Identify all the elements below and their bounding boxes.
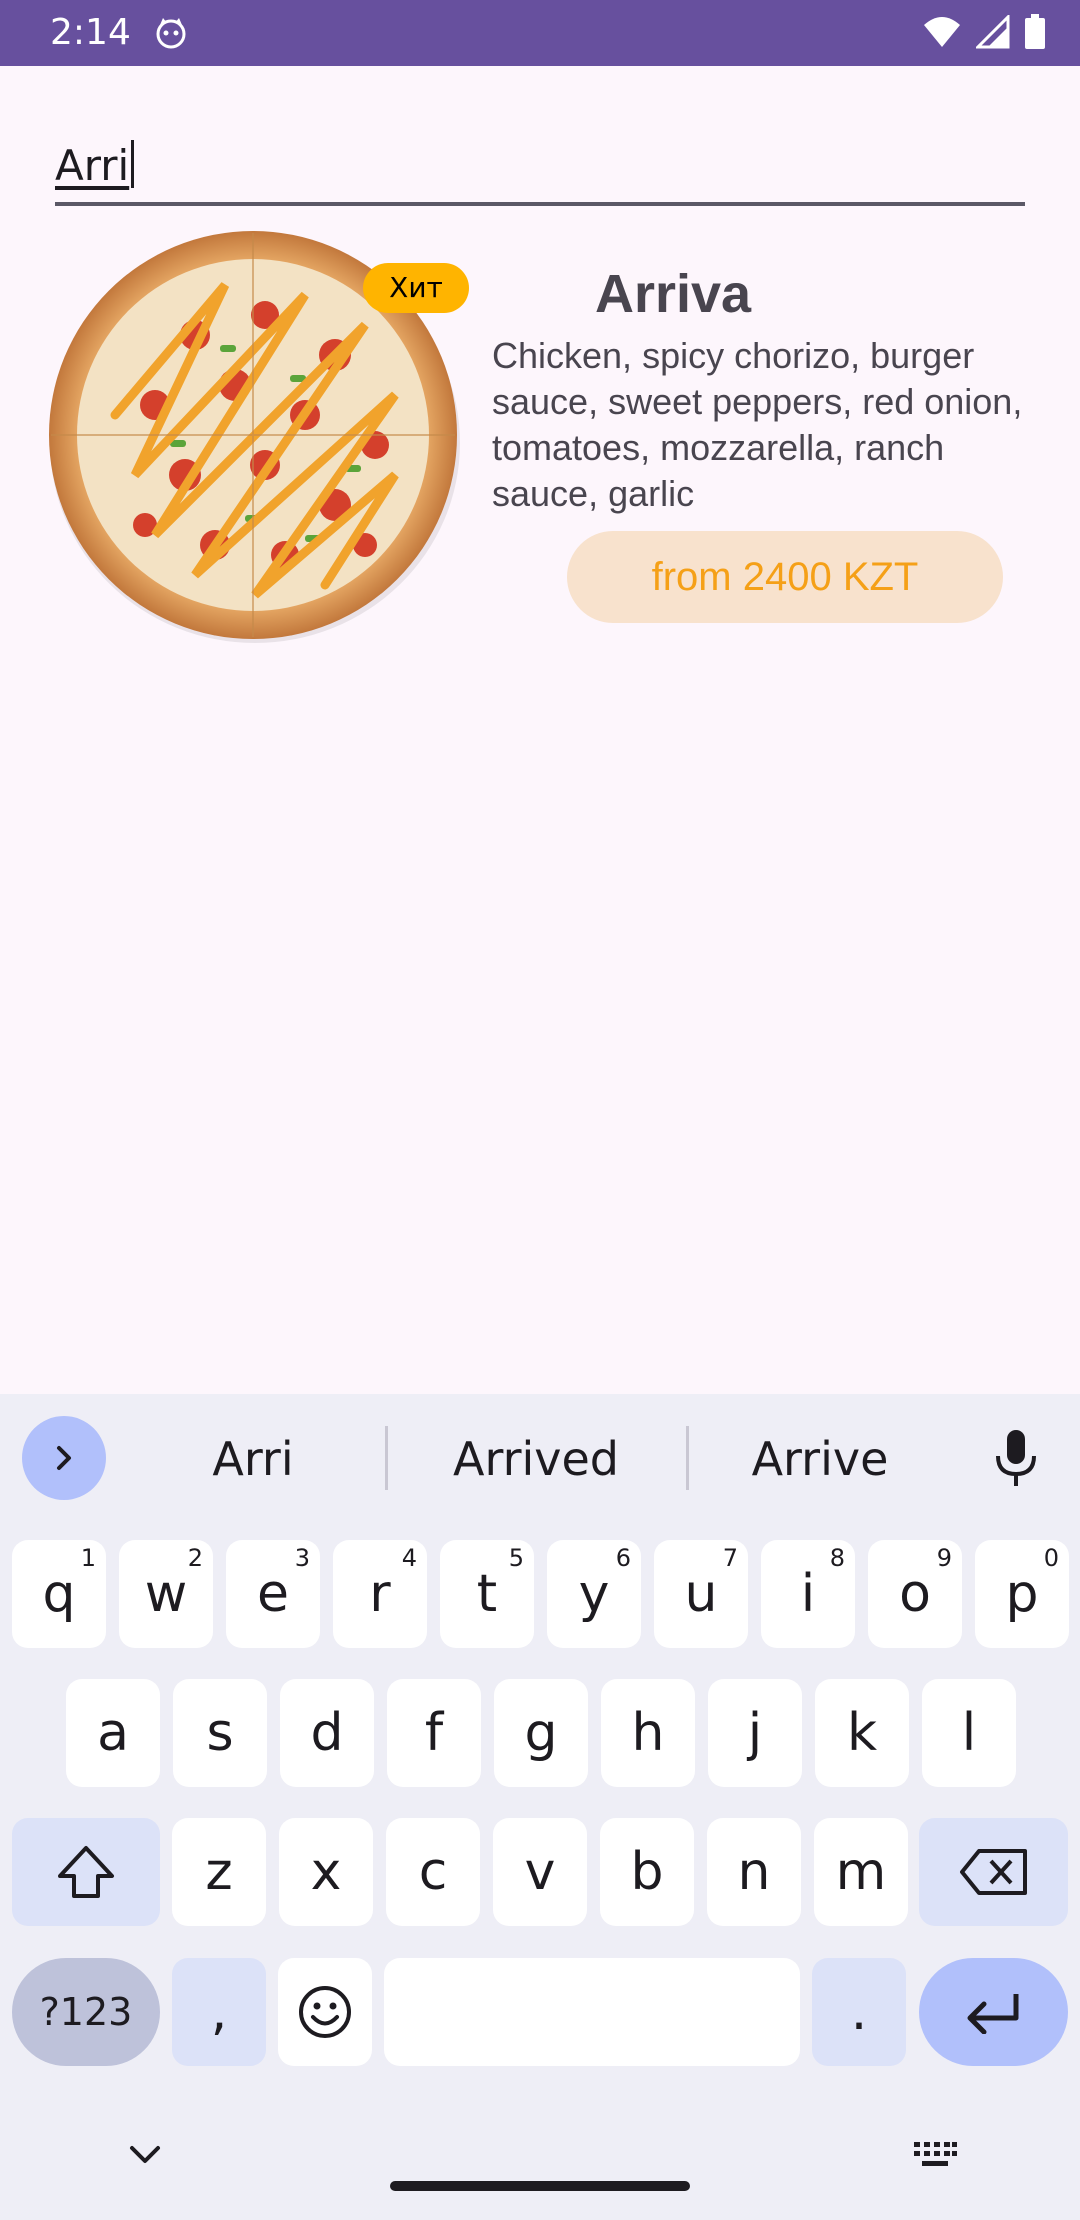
shift-key[interactable] <box>12 1818 160 1926</box>
hit-badge: Хит <box>363 263 469 313</box>
suggestion-3[interactable]: Arrive <box>700 1424 940 1494</box>
key-a[interactable]: a <box>66 1679 160 1787</box>
status-icons <box>922 14 1046 50</box>
key-h[interactable]: h <box>601 1679 695 1787</box>
key-p[interactable]: p0 <box>975 1540 1069 1648</box>
soft-keyboard: Arri Arrived Arrive <box>0 1394 1080 2220</box>
status-bar: 2:14 <box>0 0 1080 66</box>
key-hint: 4 <box>401 1544 417 1572</box>
enter-key[interactable] <box>919 1958 1068 2066</box>
suggestion-divider <box>385 1426 388 1490</box>
emoji-icon <box>299 1986 351 2038</box>
key-label: r <box>369 1564 391 1624</box>
key-hint: 0 <box>1043 1544 1059 1572</box>
key-hint: 8 <box>829 1544 845 1572</box>
price-button[interactable]: from 2400 KZT <box>567 531 1003 623</box>
key-q[interactable]: q1 <box>12 1540 106 1648</box>
suggestion-divider <box>686 1426 689 1490</box>
key-t[interactable]: t5 <box>440 1540 534 1648</box>
key-z[interactable]: z <box>172 1818 266 1926</box>
cellular-signal-icon <box>976 15 1010 49</box>
enter-icon <box>967 1994 1018 2034</box>
key-label: u <box>684 1564 718 1624</box>
key-l[interactable]: l <box>922 1679 1016 1787</box>
search-input-text[interactable]: Arri <box>55 138 135 194</box>
key-b[interactable]: b <box>600 1818 694 1926</box>
home-gesture-bar[interactable] <box>390 2181 690 2191</box>
key-v[interactable]: v <box>493 1818 587 1926</box>
key-u[interactable]: u7 <box>654 1540 748 1648</box>
search-underline <box>55 202 1025 206</box>
suggestion-2[interactable]: Arrived <box>400 1424 672 1494</box>
key-hint: 3 <box>294 1544 310 1572</box>
key-hint: 9 <box>936 1544 952 1572</box>
key-o[interactable]: o9 <box>868 1540 962 1648</box>
toolbar-expand-button[interactable] <box>22 1416 106 1500</box>
backspace-icon <box>959 1849 1027 1895</box>
key-r[interactable]: r4 <box>333 1540 427 1648</box>
cat-face-icon <box>156 18 186 49</box>
key-m[interactable]: m <box>814 1818 908 1926</box>
key-w[interactable]: w2 <box>119 1540 213 1648</box>
key-d[interactable]: d <box>280 1679 374 1787</box>
key-y[interactable]: y6 <box>547 1540 641 1648</box>
key-label: t <box>476 1564 498 1624</box>
key-s[interactable]: s <box>173 1679 267 1787</box>
key-e[interactable]: e3 <box>226 1540 320 1648</box>
text-cursor <box>131 140 135 188</box>
key-f[interactable]: f <box>387 1679 481 1787</box>
product-title: Arriva <box>595 264 752 324</box>
hide-keyboard-icon[interactable] <box>128 2142 162 2166</box>
key-hint: 5 <box>508 1544 524 1572</box>
suggestion-1[interactable]: Arri <box>150 1424 356 1494</box>
key-label: q <box>42 1564 76 1624</box>
status-time: 2:14 <box>50 12 131 53</box>
key-x[interactable]: x <box>279 1818 373 1926</box>
product-description: Chicken, spicy chorizo, burger sauce, sw… <box>492 335 1023 514</box>
search-input[interactable]: Arri <box>55 130 1025 206</box>
key-label: e <box>257 1564 289 1624</box>
symbols-key[interactable]: ?123 <box>12 1958 160 2066</box>
keyboard-switch-icon[interactable] <box>912 2140 958 2170</box>
suggestion-strip: Arri Arrived Arrive <box>0 1394 1080 1522</box>
key-c[interactable]: c <box>386 1818 480 1926</box>
key-hint: 2 <box>187 1544 203 1572</box>
emoji-key[interactable] <box>278 1958 372 2066</box>
backspace-key[interactable] <box>919 1818 1068 1926</box>
key-j[interactable]: j <box>708 1679 802 1787</box>
key-label: w <box>144 1564 188 1624</box>
key-label: i <box>800 1564 816 1624</box>
key-g[interactable]: g <box>494 1679 588 1787</box>
wifi-icon <box>924 17 960 47</box>
key-i[interactable]: i8 <box>761 1540 855 1648</box>
space-bar[interactable] <box>384 1958 800 2066</box>
key-hint: 6 <box>615 1544 631 1572</box>
battery-icon <box>1025 14 1045 49</box>
period-key[interactable]: . <box>812 1958 906 2066</box>
key-label: p <box>1005 1564 1039 1624</box>
key-hint: 1 <box>80 1544 96 1572</box>
key-label: y <box>578 1564 610 1624</box>
key-label: o <box>899 1564 931 1624</box>
key-n[interactable]: n <box>707 1818 801 1926</box>
comma-key[interactable]: , <box>172 1958 266 2066</box>
microphone-icon[interactable] <box>990 1428 1042 1488</box>
key-k[interactable]: k <box>815 1679 909 1787</box>
product-card[interactable]: Хит Arriva Chicken, spicy chorizo, burge… <box>45 225 1035 655</box>
chevron-right-icon <box>57 1446 71 1470</box>
shift-icon <box>58 1846 114 1898</box>
key-hint: 7 <box>722 1544 738 1572</box>
